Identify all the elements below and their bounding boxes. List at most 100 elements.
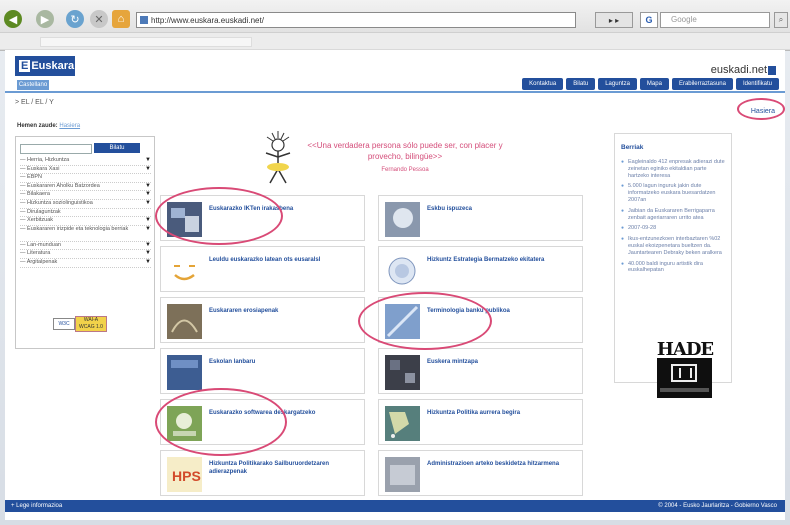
- news-item[interactable]: 5.000 lagun inguruk jakin dute informatz…: [621, 183, 727, 203]
- home-icon[interactable]: ⌂: [112, 10, 130, 28]
- wai-level-badge: WAI-A WCAG 1.0: [75, 316, 107, 332]
- chevron-down-icon[interactable]: ▼: [145, 259, 151, 267]
- chevron-down-icon[interactable]: ▼: [145, 217, 151, 225]
- chevron-down-icon[interactable]: ▼: [145, 191, 151, 199]
- address-bar[interactable]: http://www.euskara.euskadi.net/: [136, 12, 576, 28]
- sidebar-item[interactable]: — Dirulaguntzak: [20, 209, 151, 218]
- hade-logo[interactable]: [657, 358, 712, 398]
- location-label: Hemen zaude: Hasiera: [17, 123, 80, 129]
- tile-erosiapen[interactable]: Euskararen erosiapenak: [160, 297, 365, 343]
- tile-label: Hizkuntz Estrategia Bermatzeko ekitatera: [427, 257, 545, 263]
- menu-item-mapa[interactable]: Mapa: [639, 78, 669, 90]
- euskara-logo[interactable]: E Euskara: [15, 56, 75, 76]
- svg-text:HPS: HPS: [172, 468, 201, 484]
- sidebar-item[interactable]: — EBPN: [20, 174, 151, 183]
- pessoa-illustration: [265, 131, 291, 184]
- news-list: Eagleinaldo 412 enpresak adierazi dute z…: [621, 159, 727, 278]
- tile-sailburuordetza[interactable]: HPS Hizkuntza Politikarako Sailburuordet…: [160, 450, 365, 496]
- mintzapa-thumb-icon: [385, 355, 420, 390]
- tile-label: Eskbu ispuzeca: [427, 206, 473, 212]
- sidebar-item-label: — Lan-munduan: [20, 241, 61, 248]
- sidebar-item[interactable]: — Xerbitzuak ▼: [20, 217, 151, 226]
- tile-label: Leuldu euskarazko latean ots eusaralsl: [209, 257, 321, 263]
- menu-item-erabilerraztasuna[interactable]: Erabilerraztasuna: [671, 78, 733, 90]
- menu-item-bilatu[interactable]: Bilatu: [566, 78, 596, 90]
- screenshot-frame: ◀ ▶ ↻ ✕ ⌂ http://www.euskara.euskadi.net…: [0, 0, 790, 525]
- tile-bermatzeko[interactable]: Hizkuntz Estrategia Bermatzeko ekitatera: [378, 246, 583, 292]
- highlight-circle: [155, 388, 287, 456]
- menu-item-kontaktua[interactable]: Kontaktua: [522, 78, 564, 90]
- hade-glyph-icon: [671, 364, 697, 382]
- smile-icon: [167, 253, 202, 288]
- news-item[interactable]: Ikus-entzunezkoen interbaztaren %02 eusk…: [621, 236, 727, 256]
- brand-square-icon: [768, 65, 776, 75]
- highlight-circle: [737, 98, 785, 120]
- forward-icon[interactable]: ▶: [36, 10, 54, 28]
- sidebar-item-label: — Literatura: [20, 250, 51, 257]
- quote-text: <<Una verdadera persona sólo puede ser, …: [307, 141, 503, 161]
- go-buttons[interactable]: ▸ ▸: [595, 12, 633, 28]
- highlight-circle: [155, 187, 283, 245]
- chevron-down-icon[interactable]: ▼: [145, 166, 151, 174]
- sidebar-item-label: — Hizkuntza soziolinguistikoa: [20, 199, 93, 206]
- wai-badge[interactable]: W3C WAI-A WCAG 1.0: [53, 316, 109, 332]
- reload-icon[interactable]: ↻: [66, 10, 84, 28]
- chevron-down-icon[interactable]: ▼: [145, 200, 151, 208]
- tile-eskolan[interactable]: Eskolan lanbaru: [160, 348, 365, 394]
- logo-text: Euskara: [31, 60, 75, 72]
- sidebar-item-label: — Euskararen Aholku Batzordea: [20, 182, 100, 189]
- menu-item-laguntza[interactable]: Laguntza: [598, 78, 637, 90]
- sidebar-item[interactable]: — Herria, Hizkuntza ▼: [20, 157, 151, 166]
- news-item[interactable]: Jaibian da Euskararen Berrigaparra zenba…: [621, 208, 727, 222]
- sidebar-item[interactable]: — Literatura ▼: [20, 250, 151, 259]
- sidebar-item-label: — EBPN: [20, 174, 43, 181]
- sidebar-search-input[interactable]: [20, 144, 92, 154]
- highlight-circle: [358, 292, 492, 350]
- sidebar-item-label: — Bilakaera: [20, 191, 50, 198]
- search-go-icon[interactable]: ⌕: [774, 12, 788, 28]
- news-item[interactable]: Eagleinaldo 412 enpresak adierazi dute z…: [621, 159, 727, 179]
- chevron-down-icon[interactable]: ▼: [145, 226, 151, 234]
- euskadi-brand[interactable]: euskadi.net: [711, 64, 777, 76]
- top-menu: Kontaktua Bilatu Laguntza Mapa Erabilerr…: [522, 78, 779, 90]
- hade-title[interactable]: HADE: [654, 339, 716, 360]
- tile-eskbu[interactable]: Eskbu ispuzeca: [378, 195, 583, 241]
- chevron-down-icon[interactable]: ▼: [145, 242, 151, 250]
- chevron-down-icon[interactable]: ▼: [145, 157, 151, 165]
- tile-label: Administrazioen arteko beskidetza hitzar…: [427, 461, 560, 467]
- chevron-down-icon[interactable]: ▼: [145, 183, 151, 191]
- stop-icon[interactable]: ✕: [90, 10, 108, 28]
- tile-mintzapa[interactable]: Euskera mintzapa: [378, 348, 583, 394]
- tile-label: Euskararen erosiapenak: [209, 308, 279, 314]
- legal-link[interactable]: + Lege informazioa: [11, 500, 62, 512]
- tile-administrazio[interactable]: Administrazioen arteko beskidetza hitzar…: [378, 450, 583, 496]
- sidebar-item-label: — Euskararen irizpide eta teknologia ber…: [20, 225, 129, 232]
- tile-leuldu[interactable]: Leuldu euskarazko latean ots eusaralsl: [160, 246, 365, 292]
- hps-icon: HPS: [167, 457, 202, 492]
- sidebar-search-button[interactable]: Bilatu: [94, 143, 140, 153]
- sidebar-item[interactable]: — Euskararen Aholku Batzordea ▼: [20, 183, 151, 192]
- sidebar-item[interactable]: — Bilakaera ▼: [20, 191, 151, 200]
- sidebar-item[interactable]: — Hizkuntza soziolinguistikoa ▼: [20, 200, 151, 209]
- menu-item-identifikatu[interactable]: Identifikatu: [735, 78, 779, 90]
- header-divider: [5, 91, 785, 93]
- news-item[interactable]: 2007-09-28: [621, 225, 727, 232]
- tile-hizkuntza-politika[interactable]: Hizkuntza Politika aurrera begira: [378, 399, 583, 445]
- hade-caption-bar: [660, 388, 709, 392]
- search-engine-icon[interactable]: G: [640, 12, 658, 28]
- globe-icon: [385, 253, 420, 288]
- pessoa-quote: <<Una verdadera persona sólo puede ser, …: [305, 140, 505, 176]
- sidebar-item[interactable]: — Euskara Xasi ▼: [20, 166, 151, 175]
- sidebar-item[interactable]: — Argitalpenak ▼: [20, 259, 151, 268]
- news-item[interactable]: 40.000 baldi inguru artistik dira euskal…: [621, 261, 727, 275]
- back-icon[interactable]: ◀: [4, 10, 22, 28]
- location-link[interactable]: Hasiera: [59, 123, 80, 129]
- roots-icon: [167, 304, 202, 339]
- search-input[interactable]: Google: [660, 12, 770, 28]
- sidebar-item[interactable]: — Lan-munduan ▼: [20, 242, 151, 251]
- chevron-down-icon[interactable]: ▼: [145, 250, 151, 258]
- breadcrumb[interactable]: > EL / EL / Y: [15, 99, 54, 106]
- language-button[interactable]: Castellano: [17, 80, 49, 90]
- sidebar-item[interactable]: — Euskararen irizpide eta teknologia ber…: [20, 226, 151, 242]
- map-icon: [385, 406, 420, 441]
